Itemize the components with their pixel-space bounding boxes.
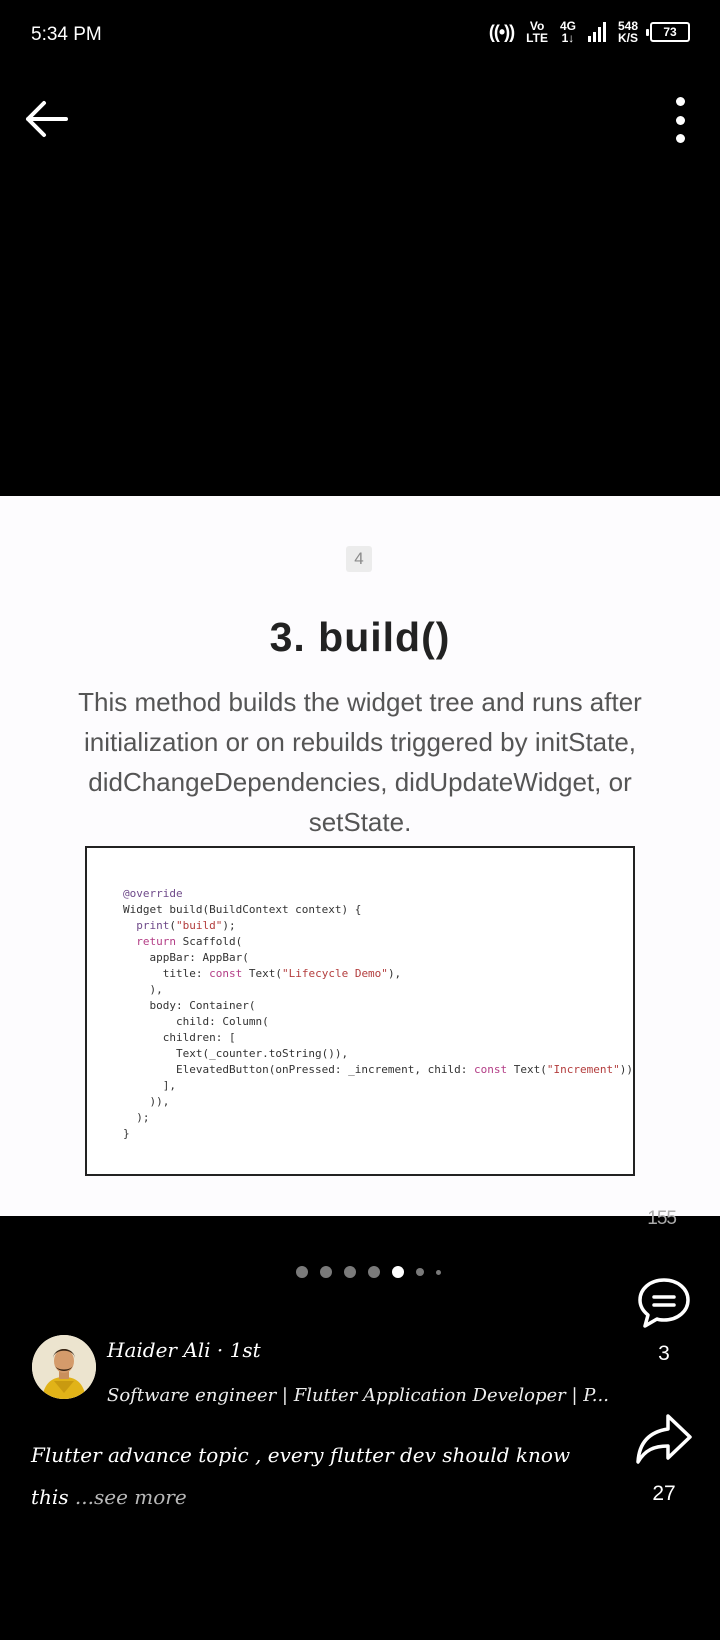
share-arrow-icon	[636, 1414, 692, 1464]
see-more-link[interactable]: ...see more	[69, 1485, 187, 1509]
pagination-dot[interactable]	[343, 1266, 356, 1278]
status-bar: 5:34 PM ((•)) Vo LTE 4G 1↓ 548 K/S 73	[0, 0, 720, 72]
code-lines: @override Widget build(BuildContext conte…	[123, 886, 633, 1142]
code-token: ),	[387, 967, 402, 980]
author-name[interactable]: Haider Ali · 1st	[107, 1338, 261, 1362]
slide-counter: 155	[647, 1208, 677, 1229]
battery-level: 73	[663, 25, 677, 39]
post-caption: Flutter advance topic , every flutter de…	[31, 1434, 591, 1518]
pagination-dot[interactable]	[415, 1268, 424, 1276]
comment-bubble-icon	[638, 1278, 690, 1328]
code-token: )),	[123, 1095, 170, 1108]
code-line: )),	[123, 1094, 633, 1110]
code-token: ))	[619, 1063, 633, 1076]
code-token: return	[136, 935, 176, 948]
code-line: title: const Text("Lifecycle Demo"),	[123, 966, 633, 982]
network-type-indicator: 4G 1↓	[559, 19, 576, 45]
comment-count: 3	[658, 1342, 670, 1365]
code-line: children: [	[123, 1030, 633, 1046]
code-token: "Lifecycle Demo"	[281, 967, 388, 980]
code-token: Text(	[507, 1063, 547, 1076]
hotspot-icon: ((•))	[488, 21, 515, 42]
code-snippet: @override Widget build(BuildContext conte…	[85, 846, 635, 1176]
code-line: body: Container(	[123, 998, 633, 1014]
code-line: appBar: AppBar(	[123, 950, 633, 966]
more-vertical-icon	[675, 97, 685, 106]
back-button[interactable]	[22, 97, 72, 141]
code-token: appBar: AppBar(	[123, 951, 249, 964]
status-time: 5:34 PM	[31, 24, 102, 45]
code-token: Text(	[242, 967, 282, 980]
slide-title: 3. build()	[269, 614, 451, 660]
code-token: Text(_counter.toString()),	[123, 1047, 349, 1060]
signal-icon	[587, 22, 606, 42]
slide-page-number: 4	[346, 546, 372, 572]
author-avatar[interactable]	[32, 1335, 96, 1399]
code-token: @override	[123, 887, 183, 900]
code-token: const	[474, 1063, 508, 1076]
code-line: Text(_counter.toString()),	[123, 1046, 633, 1062]
share-count: 27	[652, 1482, 676, 1505]
code-token: ],	[123, 1079, 176, 1092]
arrow-left-icon	[26, 101, 68, 137]
code-line: );	[123, 1110, 633, 1126]
code-line: ElevatedButton(onPressed: _increment, ch…	[123, 1062, 633, 1078]
code-token: );	[222, 919, 236, 932]
pagination-dot[interactable]	[319, 1266, 332, 1278]
author-headline: Software engineer | Flutter Application …	[107, 1385, 609, 1406]
avatar-image	[32, 1335, 96, 1399]
pagination-dot[interactable]	[367, 1266, 380, 1278]
pagination-dot[interactable]	[295, 1266, 308, 1278]
code-token: "Increment"	[546, 1063, 620, 1076]
code-line: child: Column(	[123, 1014, 633, 1030]
code-token: body: Container(	[123, 999, 256, 1012]
code-token: ),	[123, 983, 163, 996]
status-icons: ((•)) Vo LTE 4G 1↓ 548 K/S 73	[489, 20, 690, 44]
slide-description: This method builds the widget tree and r…	[78, 687, 642, 837]
code-token: Scaffold(	[176, 935, 243, 948]
comment-button[interactable]	[636, 1275, 692, 1331]
code-token: }	[123, 1127, 130, 1140]
code-token: ElevatedButton(onPressed: _increment, ch…	[123, 1063, 474, 1076]
pagination-dot[interactable]	[391, 1266, 404, 1278]
network-speed: 548 K/S	[617, 19, 638, 45]
code-token: children: [	[123, 1031, 236, 1044]
code-token: const	[209, 967, 243, 980]
code-line: Widget build(BuildContext context) {	[123, 902, 633, 918]
code-line: print("build");	[123, 918, 633, 934]
code-line: }	[123, 1126, 633, 1142]
pagination-dot[interactable]	[435, 1269, 441, 1275]
carousel-pagination[interactable]	[0, 1266, 720, 1278]
code-token: "build"	[176, 919, 223, 932]
code-token: Widget build(BuildContext context) {	[123, 903, 362, 916]
code-token: print	[136, 919, 170, 932]
code-token: title:	[123, 967, 210, 980]
battery-icon: 73	[646, 22, 690, 42]
code-token: (	[169, 919, 176, 932]
code-line: ],	[123, 1078, 633, 1094]
share-button[interactable]	[634, 1410, 694, 1468]
code-line: ),	[123, 982, 633, 998]
code-token: );	[123, 1111, 150, 1124]
code-line: @override	[123, 886, 633, 902]
volte-indicator: Vo LTE	[526, 19, 548, 45]
code-token: child: Column(	[123, 1015, 269, 1028]
carousel-slide[interactable]: 4 3. build() This method builds the widg…	[0, 496, 720, 1216]
more-options-button[interactable]	[670, 97, 690, 143]
code-line: return Scaffold(	[123, 934, 633, 950]
